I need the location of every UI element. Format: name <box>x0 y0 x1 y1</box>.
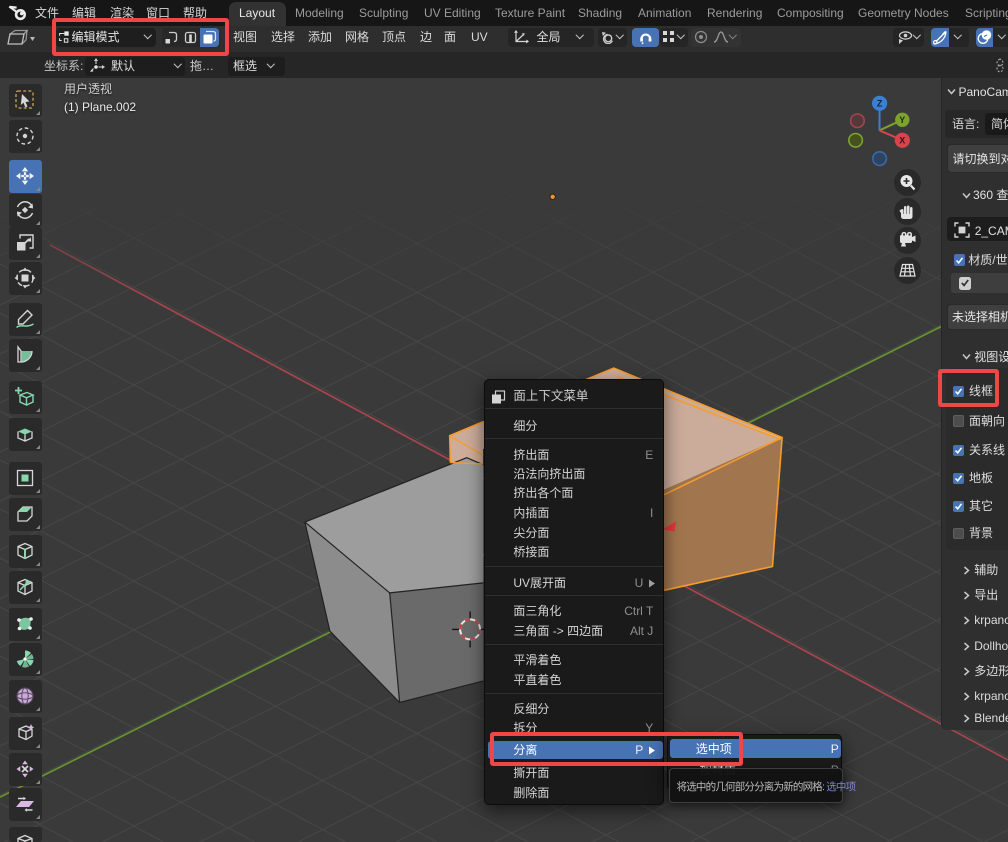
svg-text:Z: Z <box>877 98 883 108</box>
svg-text:X: X <box>899 136 905 146</box>
svg-text:Y: Y <box>899 115 905 125</box>
